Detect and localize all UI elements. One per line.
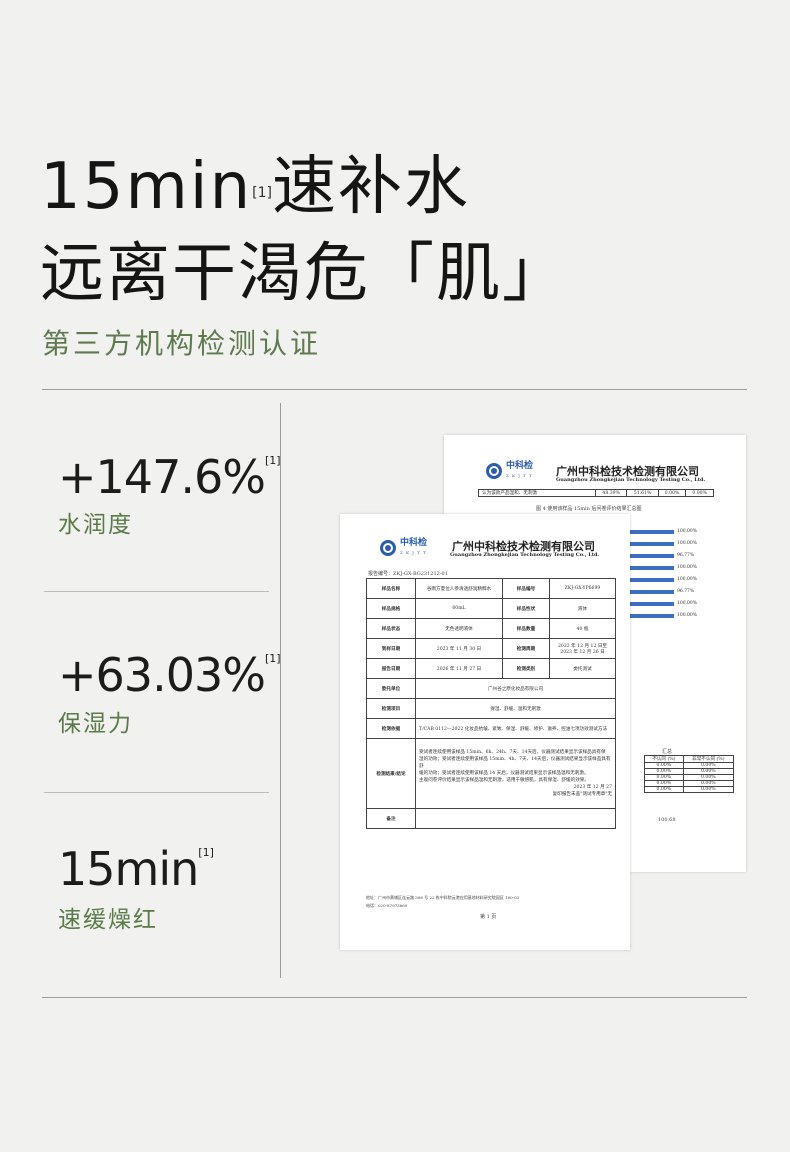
- headline-line-2: 远离干渴危「肌」: [40, 237, 568, 311]
- stat-value-1: +147.6%[1]: [58, 450, 281, 504]
- back-row-value: 48.39%: [594, 489, 628, 497]
- front-phone: 电话：020-87973669: [366, 903, 408, 908]
- back-company-en: Guangzhou Zhongkejian Technology Testing…: [556, 477, 706, 483]
- front-logo-sub: Z K J T T: [400, 550, 427, 555]
- stat-value-2-number: +63.03%: [58, 648, 266, 702]
- report-field-label: 检测类别: [502, 658, 550, 679]
- report-field-value: 2026 年 11 月 27 日: [415, 658, 503, 679]
- front-logo-text: 中科检: [400, 538, 428, 548]
- front-company-en: Guangzhou Zhongkejian Technology Testing…: [450, 552, 600, 558]
- top-divider: [42, 389, 747, 390]
- stat-value-1-ref: [1]: [264, 454, 281, 467]
- report-field-label: 检测结果/结论: [366, 738, 416, 809]
- report-field-label: 样品规格: [366, 598, 416, 619]
- subtitle: 第三方机构检测认证: [42, 327, 322, 360]
- report-field-label: 委托单位: [366, 678, 416, 699]
- back-side-col: 非常不认同 (%): [682, 755, 735, 763]
- back-row-value: 0.00%: [685, 489, 714, 497]
- report-remark-value: [415, 808, 616, 829]
- report-field-value: 40 瓶: [549, 618, 616, 639]
- report-field-label: 样品状态: [366, 618, 416, 639]
- back-logo-text: 中科检: [506, 461, 534, 471]
- front-page-number: 第 1 页: [480, 914, 497, 920]
- report-field-label: 检测项目: [366, 698, 416, 719]
- stat-value-2: +63.03%[1]: [58, 648, 281, 702]
- back-side-table: 不认同 (%) 非常不认同 (%) 0.00% 0.00% 0.00% 0.00% …: [644, 755, 735, 793]
- back-summary-row: 认为该款产品温和、无刺激 48.39% 51.61% 0.00% 0.00%: [478, 489, 714, 497]
- report-field-label: 样品数量: [502, 618, 550, 639]
- conclusion-line: 缓的功效；受试者连续使用该样品 14 天后，仪器测试结果显示该样品温和无刺激。: [419, 771, 589, 776]
- headline-line-1-main: 15min: [40, 150, 253, 224]
- report-field-value: 2023 年 12 月 12 日至 2023 年 12 月 26 日: [549, 638, 616, 659]
- back-side-header: 汇总: [662, 749, 673, 755]
- report-field-value: 液体: [549, 598, 616, 619]
- front-report-page: 中科检 Z K J T T 广州中科检技术检测有限公司 Guangzhou Zho…: [340, 514, 630, 950]
- company-logo-icon: [380, 540, 396, 556]
- report-field-label: 样品名称: [366, 578, 416, 599]
- front-address: 地址：广州市黄埔区连云路 388 号 22 栋中科院云港应用基地材料研究院园区 …: [366, 895, 520, 900]
- front-report-logo: 中科检 Z K J T T: [380, 539, 427, 557]
- stat-label-1: 水润度: [58, 512, 133, 538]
- report-field-label: 样品编号: [502, 578, 550, 599]
- report-field-label: 检测依据: [366, 718, 416, 739]
- stat-value-1-number: +147.6%: [58, 450, 266, 504]
- report-field-value: 保湿、舒缓、温和无刺激: [415, 698, 616, 719]
- chart-bar-value: 100.00%: [677, 529, 698, 534]
- report-field-value: T/CAB 0112—2022 化妆品抗皱、紧致、保湿、舒缓、修护、滋养、控油七…: [415, 718, 616, 739]
- headline-ref-marker: [1]: [252, 185, 272, 201]
- back-side-cell: 0.00%: [682, 786, 735, 793]
- chart-bar-value: 100.00%: [677, 565, 698, 570]
- headline-line-1-tail: 速补水: [271, 150, 470, 224]
- bottom-divider: [42, 997, 747, 998]
- stat-value-3: 15min[1]: [58, 842, 214, 896]
- report-sign-note: 复印报告未盖"测试专用章"无: [552, 792, 612, 797]
- report-field-value: 广州谷之原化妆品有限公司: [415, 678, 616, 699]
- report-sign-date: 2023 年 12 月 27: [573, 785, 612, 790]
- report-field-label: 报告日期: [366, 658, 416, 679]
- conclusion-line: 湿的功效；受试者连续使用该样品 15min、4h、7天、14天后，仪器测试结果显…: [419, 757, 611, 769]
- report-field-label: 备注: [366, 808, 416, 829]
- chart-bar-value: 100.00%: [677, 601, 698, 606]
- report-field-label: 到样日期: [366, 638, 416, 659]
- stat-label-3: 速缓燥红: [58, 907, 158, 933]
- report-conclusion: 受试者连续使用该样品 15min、6h、24h、7天、14天后，仪器测试结果显示…: [415, 738, 616, 809]
- headline-line-1: 15min[1]速补水: [40, 150, 470, 224]
- chart-bar-value: 100.00%: [677, 577, 698, 582]
- report-field-label: 检测周期: [502, 638, 550, 659]
- chart-bar-value: 96.77%: [677, 589, 695, 594]
- back-row-value: 51.61%: [626, 489, 659, 497]
- chart-bar-value: 100.00%: [677, 541, 698, 546]
- back-row-label: 认为该款产品温和、无刺激: [478, 489, 596, 497]
- stat-value-2-ref: [1]: [264, 652, 281, 665]
- back-side-col: 不认同 (%): [644, 755, 684, 763]
- stat-separator-2: [44, 792, 269, 793]
- back-logo-sub: Z K J T T: [506, 473, 533, 478]
- report-field-value: 60mL: [415, 598, 503, 619]
- back-report-logo: 中科检 Z K J T T: [486, 462, 533, 480]
- back-side-cell: 0.00%: [644, 786, 684, 793]
- stat-value-3-ref: [1]: [198, 846, 214, 859]
- stat-label-2: 保湿力: [58, 711, 133, 737]
- report-field-label: 样品性状: [502, 598, 550, 619]
- stat-value-3-number: 15min: [58, 842, 199, 896]
- conclusion-line: 受试者连续使用该样品 15min、6h、24h、7天、14天后，仪器测试结果显示…: [419, 750, 606, 755]
- report-field-value: 谷雨方夏位人参清透舒润精粹水: [415, 578, 503, 599]
- chart-bar-value: 100.00%: [677, 613, 698, 618]
- company-logo-icon: [486, 463, 502, 479]
- report-field-value: 2023 年 11 月 30 日: [415, 638, 503, 659]
- back-row-value: 0.00%: [657, 489, 687, 497]
- report-field-value: ZKJ-GX-YP6699: [549, 578, 616, 599]
- back-chart-title: 图 4 使用该样品 15min 后问卷评价结果汇总图: [536, 506, 642, 512]
- front-report-number: 报告编号：ZKJ-GX-BG231212-01: [368, 571, 448, 577]
- conclusion-line: 主观问卷评价结果显示该样品温和无刺激，适用于敏感肌，具有保湿、舒缓的效果。: [419, 778, 589, 783]
- report-field-value: 无色透明液体: [415, 618, 503, 639]
- stat-separator-1: [44, 591, 269, 592]
- report-field-value: 委托测试: [549, 658, 616, 679]
- front-report-table: 样品名称 谷雨方夏位人参清透舒润精粹水 样品编号 ZKJ-GX-YP6699 样品规格…: [366, 578, 616, 829]
- back-side-footer: 100.68: [658, 817, 676, 823]
- chart-bar-value: 96.77%: [677, 553, 695, 558]
